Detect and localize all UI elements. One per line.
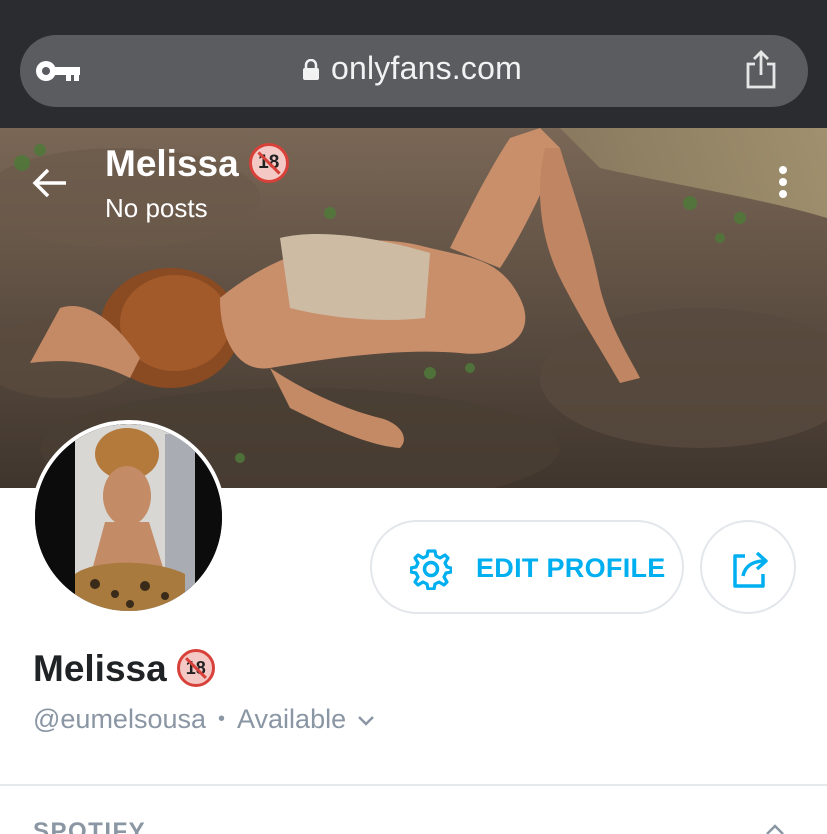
avatar[interactable] [31,420,226,615]
edit-profile-button[interactable]: EDIT PROFILE [370,520,684,614]
status-label: Available [237,704,347,734]
spotify-section-title: SPOTIFY [33,818,147,834]
url-text[interactable]: onlyfans.com [331,50,522,87]
profile-name-text: Melissa [33,648,167,689]
share-icon[interactable] [744,50,778,90]
status-dropdown[interactable]: Available [237,704,376,734]
profile-handle: @eumelsousa [33,704,206,734]
avatar-illustration [35,424,222,611]
header-title: Melissa 18 [105,143,289,185]
profile-name: Melissa 18 [33,648,215,690]
share-arrow-icon [733,551,768,588]
chevron-up-icon[interactable] [764,822,786,834]
back-arrow-icon[interactable] [32,167,68,199]
chevron-down-icon [358,715,374,726]
header-subtitle: No posts [105,193,208,223]
adult-18-badge-icon: 18 [248,143,289,184]
share-profile-button[interactable] [700,520,796,614]
edit-profile-label: EDIT PROFILE [476,553,666,583]
more-options-icon[interactable] [776,166,790,202]
adult-18-badge-icon: 18 [176,649,215,688]
header-title-text: Melissa [105,143,239,184]
key-icon[interactable] [34,58,80,84]
lock-icon [303,59,319,80]
separator-dot: • [218,708,226,730]
section-divider [0,784,827,786]
browser-chrome: onlyfans.com [0,0,827,128]
profile-handle-row: @eumelsousa • Available [33,704,376,735]
gear-icon [410,549,452,590]
